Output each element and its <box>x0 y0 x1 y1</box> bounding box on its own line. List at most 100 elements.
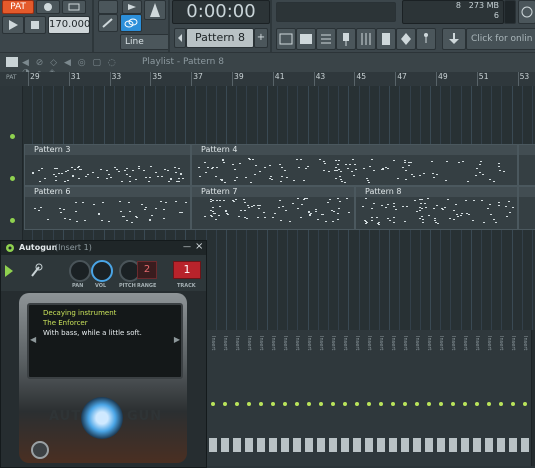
link-button[interactable] <box>120 14 142 32</box>
mixer-strip[interactable]: Insert <box>519 330 532 466</box>
mixer-strip-led[interactable] <box>355 402 359 406</box>
mixer-strip-led[interactable] <box>271 402 275 406</box>
piano-roll-button[interactable] <box>296 28 316 50</box>
playlist-breadcrumb[interactable]: Playlist - Pattern 8 <box>142 57 224 67</box>
power-knob[interactable] <box>31 441 49 459</box>
mixer-strip-led[interactable] <box>283 402 287 406</box>
mixer-button[interactable] <box>356 28 376 50</box>
pattern-clip[interactable] <box>518 186 535 230</box>
pattern-clip[interactable]: Pattern 6 <box>24 186 191 230</box>
pattern-clip[interactable]: Pattern 7 <box>191 186 355 230</box>
mixer-strip-led[interactable] <box>367 402 371 406</box>
pattern-clip[interactable] <box>518 144 535 186</box>
mixer-fader[interactable] <box>413 438 421 452</box>
mixer-fader[interactable] <box>389 438 397 452</box>
plug-arrow-icon[interactable] <box>3 263 15 279</box>
add-pattern-button[interactable]: + <box>254 28 268 48</box>
plugin-title-bar[interactable]: Autogun (Insert 1) — × <box>1 241 206 255</box>
arrow-button[interactable] <box>122 0 142 14</box>
play-button[interactable] <box>2 16 24 34</box>
minimize-icon[interactable]: — <box>183 242 191 251</box>
mixer-fader[interactable] <box>233 438 241 452</box>
gear-icon[interactable] <box>5 243 15 253</box>
volume-knob[interactable] <box>91 260 113 282</box>
mixer-fader[interactable] <box>305 438 313 452</box>
mixer-strip-led[interactable] <box>319 402 323 406</box>
mixer-strip-led[interactable] <box>391 402 395 406</box>
preset-next-arrow[interactable]: ▶ <box>174 335 180 344</box>
track-mute-led[interactable] <box>10 176 15 181</box>
piano-icon[interactable] <box>6 57 18 67</box>
pattern-prev-button[interactable] <box>174 28 186 48</box>
preset-prev-arrow[interactable]: ◀ <box>30 335 36 344</box>
mixer-fader[interactable] <box>257 438 265 452</box>
mixer-fader[interactable] <box>437 438 445 452</box>
mixer-fader[interactable] <box>281 438 289 452</box>
mixer-strip-led[interactable] <box>523 402 527 406</box>
step-edit-button[interactable] <box>98 14 118 32</box>
mixer-fader[interactable] <box>449 438 457 452</box>
mixer-fader[interactable] <box>221 438 229 452</box>
timeline-ruler[interactable]: PAT 29 31 33 35 37 39 41 43 45 47 49 51 53 <box>0 72 535 86</box>
mixer-fader[interactable] <box>485 438 493 452</box>
pattern-clip[interactable]: Pattern 4 <box>191 144 518 186</box>
track-header[interactable] <box>0 86 23 240</box>
mixer-fader[interactable] <box>473 438 481 452</box>
mixer-strip-led[interactable] <box>415 402 419 406</box>
mixer-fader[interactable] <box>401 438 409 452</box>
mixer-strip-led[interactable] <box>331 402 335 406</box>
mixer-strip-led[interactable] <box>223 402 227 406</box>
performance-button[interactable] <box>416 28 436 50</box>
online-news-button[interactable]: Click for onlin <box>466 28 535 50</box>
mixer-fader[interactable] <box>497 438 505 452</box>
history-button[interactable] <box>518 0 535 24</box>
mixer-fader[interactable] <box>521 438 529 452</box>
channel-rack-button[interactable] <box>316 28 336 50</box>
tempo-display[interactable]: 170.000 <box>48 16 90 34</box>
browser-button[interactable] <box>376 28 396 50</box>
wrench-icon[interactable] <box>29 263 43 279</box>
playlist-button[interactable] <box>276 28 296 50</box>
mixer-strip-led[interactable] <box>403 402 407 406</box>
track-mute-led[interactable] <box>10 218 15 223</box>
record-button[interactable] <box>36 0 60 14</box>
mixer-strip-led[interactable] <box>211 402 215 406</box>
mixer-fader[interactable] <box>365 438 373 452</box>
track-value-box[interactable]: 1 <box>173 261 201 279</box>
mixer-fader[interactable] <box>269 438 277 452</box>
mixer-strip-led[interactable] <box>499 402 503 406</box>
metronome-button[interactable] <box>144 0 166 20</box>
plugin-picker-button[interactable] <box>336 28 356 50</box>
time-display[interactable]: 0:00:00 <box>172 0 270 24</box>
mixer-strip-led[interactable] <box>475 402 479 406</box>
snap-select[interactable]: Line <box>120 34 170 50</box>
plugin-button[interactable] <box>396 28 416 50</box>
close-icon[interactable]: × <box>195 241 203 252</box>
pan-knob[interactable] <box>69 260 91 282</box>
mixer-strip-led[interactable] <box>307 402 311 406</box>
mixer-fader[interactable] <box>377 438 385 452</box>
song-mode-button[interactable] <box>62 0 86 14</box>
mixer-strip-led[interactable] <box>379 402 383 406</box>
range-value-box[interactable]: 2 <box>137 261 157 279</box>
pattern-mode-button[interactable]: PAT <box>2 0 34 14</box>
mixer-fader[interactable] <box>209 438 217 452</box>
mixer-fader[interactable] <box>341 438 349 452</box>
mixer-strip-led[interactable] <box>427 402 431 406</box>
mixer-fader[interactable] <box>317 438 325 452</box>
mixer-fader[interactable] <box>245 438 253 452</box>
pattern-clip[interactable]: Pattern 3 <box>24 144 191 186</box>
master-volume-slider[interactable] <box>276 2 396 22</box>
mixer-strip-led[interactable] <box>511 402 515 406</box>
mixer-strip-led[interactable] <box>463 402 467 406</box>
mixer-fader[interactable] <box>329 438 337 452</box>
mixer-strip-led[interactable] <box>343 402 347 406</box>
mixer-strip-led[interactable] <box>439 402 443 406</box>
mixer-strip-led[interactable] <box>259 402 263 406</box>
pattern-selector[interactable]: Pattern 8 <box>186 28 254 48</box>
stop-button[interactable] <box>24 16 46 34</box>
mixer-fader[interactable] <box>425 438 433 452</box>
download-button[interactable] <box>442 28 466 50</box>
randomize-button[interactable] <box>81 397 123 439</box>
mixer-fader[interactable] <box>461 438 469 452</box>
